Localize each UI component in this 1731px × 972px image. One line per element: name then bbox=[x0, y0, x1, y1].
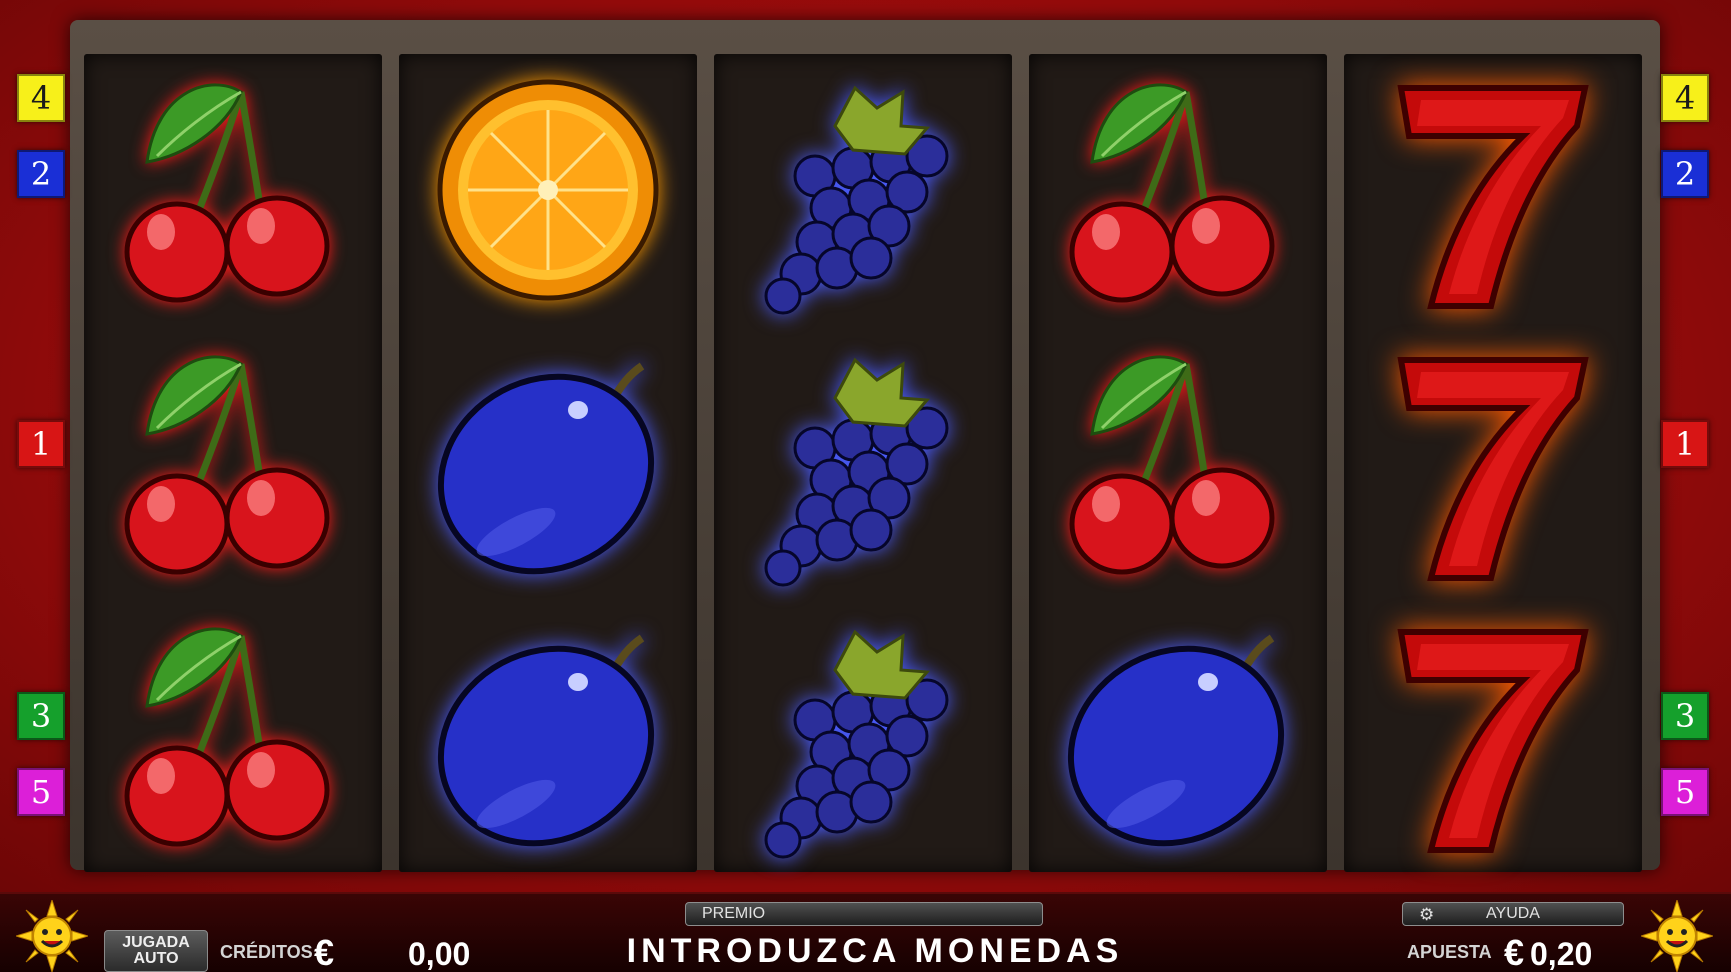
grapes-icon bbox=[764, 357, 949, 587]
reel-symbol-grapes bbox=[714, 326, 1012, 598]
credits-value: 0,00 bbox=[408, 936, 471, 972]
reel-symbol-plum bbox=[399, 326, 697, 598]
payline-marker-right-1[interactable]: 1 bbox=[1661, 420, 1709, 468]
cherry-icon bbox=[124, 83, 330, 303]
reel-symbol-grapes bbox=[714, 54, 1012, 326]
reel-symbol-seven bbox=[1344, 326, 1642, 598]
gear-icon: ⚙ bbox=[1419, 905, 1435, 925]
auto-play-label-line1: JUGADA bbox=[122, 934, 190, 951]
reel-1 bbox=[84, 54, 382, 872]
payline-marker-left-3[interactable]: 3 bbox=[17, 692, 65, 740]
cherry-icon bbox=[1069, 355, 1275, 575]
reel-symbol-cherry bbox=[84, 326, 382, 598]
seven-icon bbox=[1397, 85, 1589, 309]
reel-symbol-plum bbox=[1029, 598, 1327, 870]
seven-icon bbox=[1397, 629, 1589, 853]
reel-4 bbox=[1029, 54, 1327, 872]
reel-symbol-seven bbox=[1344, 598, 1642, 870]
reel-symbol-orange bbox=[399, 54, 697, 326]
seven-icon bbox=[1397, 357, 1589, 581]
reel-symbol-cherry bbox=[84, 54, 382, 326]
plum-icon bbox=[437, 634, 655, 847]
sun-mascot-icon bbox=[16, 900, 88, 972]
payline-marker-left-5[interactable]: 5 bbox=[17, 768, 65, 816]
cherry-icon bbox=[124, 627, 330, 847]
help-button[interactable]: ⚙ AYUDA bbox=[1402, 902, 1624, 926]
reel-symbol-seven bbox=[1344, 54, 1642, 326]
auto-play-label-line2: AUTO bbox=[133, 950, 179, 967]
reel-5 bbox=[1344, 54, 1642, 872]
reel-symbol-cherry bbox=[84, 598, 382, 870]
prize-display: PREMIO bbox=[685, 902, 1043, 926]
payline-marker-left-4[interactable]: 4 bbox=[17, 74, 65, 122]
grapes-icon bbox=[764, 85, 949, 315]
grapes-icon bbox=[764, 629, 949, 859]
payline-marker-left-2[interactable]: 2 bbox=[17, 150, 65, 198]
bet-label: APUESTA bbox=[1407, 942, 1492, 962]
reel-3 bbox=[714, 54, 1012, 872]
auto-play-button[interactable]: JUGADA AUTO bbox=[104, 930, 208, 972]
sun-mascot-icon bbox=[1641, 900, 1713, 972]
control-bar: JUGADA AUTO CRÉDITOS € 0,00 PREMIO INTRO… bbox=[0, 892, 1731, 972]
payline-marker-right-3[interactable]: 3 bbox=[1661, 692, 1709, 740]
reel-2 bbox=[399, 54, 697, 872]
reel-symbol-grapes bbox=[714, 598, 1012, 870]
plum-icon bbox=[437, 362, 655, 575]
status-message: INTRODUZCA MONEDAS bbox=[626, 932, 1124, 970]
reel-symbol-plum bbox=[399, 598, 697, 870]
credits-label: CRÉDITOS bbox=[220, 942, 313, 962]
bet-value[interactable]: 0,20 bbox=[1530, 936, 1592, 972]
reel-symbol-cherry bbox=[1029, 54, 1327, 326]
payline-marker-right-4[interactable]: 4 bbox=[1661, 74, 1709, 122]
cherry-icon bbox=[1069, 83, 1275, 303]
reel-frame bbox=[70, 20, 1660, 872]
cherry-icon bbox=[124, 355, 330, 575]
payline-marker-right-2[interactable]: 2 bbox=[1661, 150, 1709, 198]
bet-currency: € bbox=[1504, 932, 1525, 972]
plum-icon bbox=[1067, 634, 1285, 847]
payline-marker-left-1[interactable]: 1 bbox=[17, 420, 65, 468]
reel-symbol-cherry bbox=[1029, 326, 1327, 598]
credits-currency: € bbox=[314, 932, 335, 972]
prize-label: PREMIO bbox=[702, 905, 766, 922]
help-label: AYUDA bbox=[1486, 905, 1540, 922]
orange-icon bbox=[437, 79, 659, 301]
payline-marker-right-5[interactable]: 5 bbox=[1661, 768, 1709, 816]
